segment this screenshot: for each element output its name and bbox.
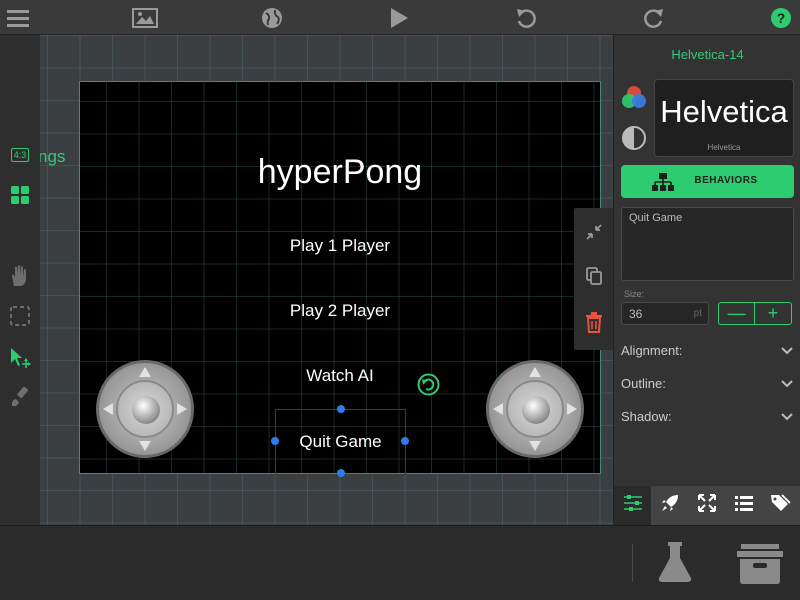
svg-text:?: ? xyxy=(777,10,786,26)
right-dpad-image[interactable] xyxy=(486,360,584,458)
pointer-move-icon[interactable] xyxy=(6,344,34,372)
redo-icon[interactable] xyxy=(641,5,667,31)
sliders-icon xyxy=(623,494,643,517)
bottom-divider xyxy=(632,544,633,582)
behaviors-button[interactable]: BEHAVIORS xyxy=(621,165,794,198)
shrink-icon[interactable] xyxy=(584,222,604,242)
trash-icon[interactable] xyxy=(584,311,604,333)
opacity-icon[interactable] xyxy=(622,126,646,150)
image-icon[interactable] xyxy=(132,5,158,31)
undo-icon[interactable] xyxy=(513,5,539,31)
rotate-handle-icon[interactable] xyxy=(417,373,440,396)
help-icon[interactable]: ? xyxy=(768,5,794,31)
size-decrement-button[interactable]: — xyxy=(718,302,755,325)
selection-handle-top[interactable] xyxy=(337,405,345,413)
tab-tags[interactable] xyxy=(762,486,799,525)
rocket-icon xyxy=(660,493,680,518)
chevron-down-icon xyxy=(780,376,794,393)
expand-icon xyxy=(697,493,717,518)
behaviors-label: BEHAVIORS xyxy=(694,175,758,186)
aspect-ratio-icon[interactable]: 4:3 xyxy=(6,141,34,169)
chevron-down-icon xyxy=(780,343,794,360)
menu-play-2-player[interactable]: Play 2 Player xyxy=(80,301,600,321)
font-preview-button[interactable]: Helvetica Helvetica xyxy=(654,79,794,157)
alignment-label: Alignment: xyxy=(621,343,683,358)
game-title[interactable]: hyperPong xyxy=(80,153,600,192)
shadow-label: Shadow: xyxy=(621,409,672,424)
tab-properties[interactable] xyxy=(614,486,651,525)
flask-icon[interactable] xyxy=(655,540,695,584)
scene-stage[interactable]: hyperPong Play 1 Player Play 2 Player Wa… xyxy=(79,81,601,477)
tab-transform[interactable] xyxy=(688,486,725,525)
hand-icon[interactable] xyxy=(6,262,34,290)
font-name-title: Helvetica-14 xyxy=(671,47,744,62)
globe-icon[interactable] xyxy=(259,5,285,31)
canvas-area[interactable]: ngs hyperPong Play 1 Player Play 2 Playe… xyxy=(40,35,613,525)
text-content-field[interactable]: Quit Game xyxy=(621,207,794,281)
brush-icon[interactable] xyxy=(6,383,34,411)
list-icon xyxy=(734,494,754,517)
archive-icon[interactable] xyxy=(735,541,785,585)
left-dpad-image[interactable] xyxy=(96,360,194,458)
size-value: 36 xyxy=(629,307,643,321)
play-icon[interactable] xyxy=(386,5,412,31)
bottom-bar xyxy=(0,525,800,600)
selection-handle-right[interactable] xyxy=(401,437,409,445)
tags-icon xyxy=(770,493,792,518)
font-preview-small: Helvetica xyxy=(707,143,741,152)
top-toolbar: ? xyxy=(0,0,800,35)
outline-row[interactable]: Outline: xyxy=(621,376,794,396)
selection-handle-bottom[interactable] xyxy=(337,469,345,477)
color-picker-icon[interactable] xyxy=(621,85,647,111)
alignment-row[interactable]: Alignment: xyxy=(621,343,794,363)
tab-list[interactable] xyxy=(725,486,762,525)
duplicate-icon[interactable] xyxy=(584,266,604,286)
size-label: Size: xyxy=(624,289,645,299)
grid-icon[interactable] xyxy=(6,181,34,209)
chevron-down-icon xyxy=(780,409,794,426)
selected-element-box[interactable]: Quit Game xyxy=(275,409,406,475)
font-preview-large: Helvetica xyxy=(660,94,788,129)
element-action-strip xyxy=(574,208,614,350)
tab-actions[interactable] xyxy=(651,486,688,525)
menu-play-1-player[interactable]: Play 1 Player xyxy=(80,236,600,256)
aspect-ratio-label: 4:3 xyxy=(10,148,30,162)
outline-label: Outline: xyxy=(621,376,666,391)
size-input[interactable]: 36 pt xyxy=(621,302,709,325)
menu-quit-game[interactable]: Quit Game xyxy=(276,432,405,452)
marquee-select-icon[interactable] xyxy=(6,302,34,330)
selection-handle-left[interactable] xyxy=(271,437,279,445)
size-increment-button[interactable]: + xyxy=(755,302,792,325)
size-unit: pt xyxy=(693,308,702,319)
inspector-panel: Helvetica-14 Helvetica Helvetica BEHAVIO… xyxy=(613,35,800,525)
left-tool-strip: 4:3 xyxy=(0,35,40,525)
hierarchy-icon xyxy=(651,172,675,192)
inspector-tabs xyxy=(614,486,800,525)
offscreen-label[interactable]: ngs xyxy=(40,147,65,167)
shadow-row[interactable]: Shadow: xyxy=(621,409,794,429)
menu-icon[interactable] xyxy=(5,5,31,31)
